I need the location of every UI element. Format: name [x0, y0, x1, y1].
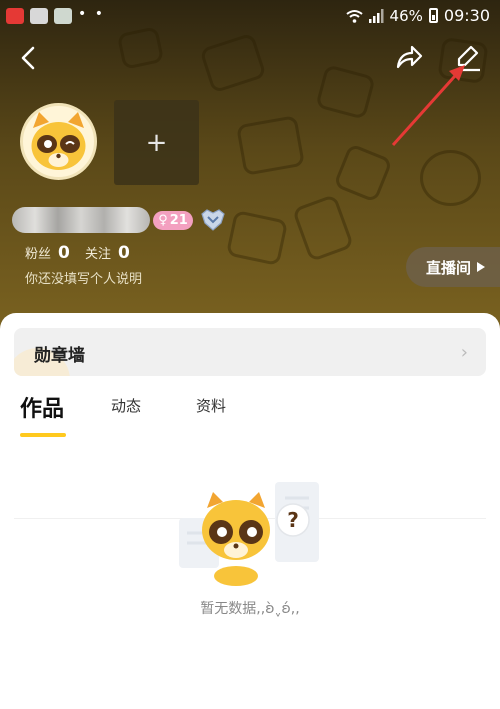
avatar[interactable]: [20, 103, 97, 180]
bio-text[interactable]: 你还没填写个人说明: [25, 268, 142, 287]
app-notification-icon: [6, 8, 24, 24]
play-triangle-icon: [477, 262, 486, 272]
username-blurred: [12, 207, 150, 233]
fans-stat[interactable]: 粉丝 0: [25, 243, 70, 263]
rank-badge[interactable]: [200, 208, 226, 236]
live-room-button[interactable]: 直播间: [406, 247, 500, 287]
medal-wall-button[interactable]: 勋章墙 ›: [14, 328, 486, 376]
following-count: 0: [118, 243, 130, 263]
tab-info[interactable]: 资料: [196, 395, 226, 416]
empty-state-illustration: ?: [179, 482, 319, 586]
battery-percent: 46%: [389, 6, 423, 25]
medal-wall-label: 勋章墙: [34, 346, 85, 366]
plus-icon: +: [145, 127, 168, 158]
android-notification-icon: [54, 8, 72, 24]
following-stat[interactable]: 关注 0: [85, 243, 130, 263]
female-icon: ♀: [158, 213, 168, 228]
age-value: 21: [169, 213, 188, 228]
chevron-right-icon: ›: [460, 342, 468, 363]
fans-count: 0: [58, 243, 70, 263]
back-button[interactable]: [18, 46, 38, 74]
rank-badge-icon: [201, 209, 225, 231]
profile-tabs: 作品 动态 资料: [0, 395, 500, 519]
back-arrow-icon: [21, 46, 35, 70]
clock: 09:30: [443, 6, 490, 25]
more-notifications-dots: • •: [78, 6, 105, 22]
live-room-label: 直播间: [426, 258, 472, 277]
battery-icon: [428, 8, 438, 23]
profile-header: • • 46% 09:30 + ♀ 21 粉丝 0 关注 0 你还没填写个人说明…: [0, 0, 500, 330]
following-label: 关注: [85, 247, 112, 262]
annotation-arrow: [391, 65, 465, 147]
raccoon-mascot-icon: [31, 112, 86, 170]
fans-label: 粉丝: [25, 247, 52, 262]
empty-state-text: 暂无数据,,ʚ̀ˬʚ́,,: [200, 601, 300, 617]
tab-activity[interactable]: 动态: [111, 395, 141, 416]
status-bar: • • 46% 09:30: [0, 0, 500, 32]
active-tab-indicator: [20, 433, 66, 437]
wifi-icon: [345, 9, 363, 23]
question-mark: ?: [287, 508, 299, 532]
tab-works[interactable]: 作品: [20, 391, 64, 423]
gender-age-badge: ♀ 21: [153, 211, 193, 230]
signal-icon: [368, 8, 384, 23]
add-photo-button[interactable]: +: [114, 100, 199, 185]
gallery-notification-icon: [30, 8, 48, 24]
